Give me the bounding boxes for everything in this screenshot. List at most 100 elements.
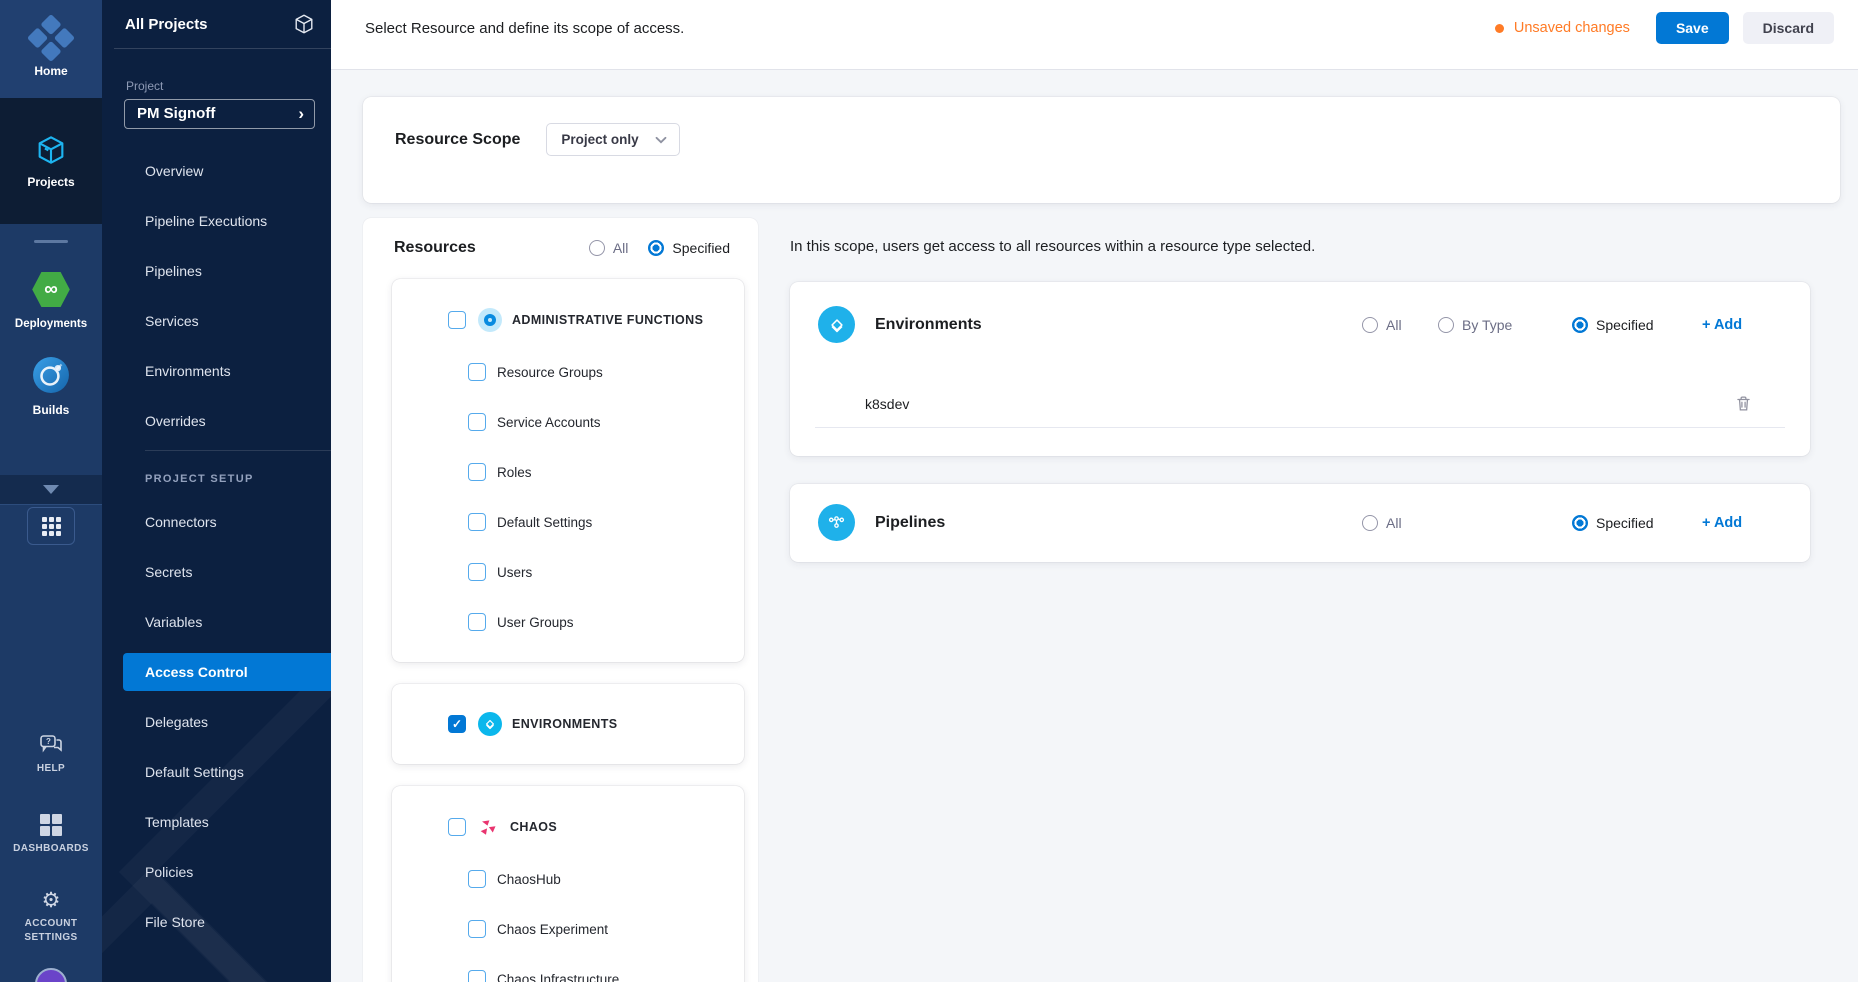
checkbox-chaos-experiment[interactable] xyxy=(468,920,486,938)
project-label: Project xyxy=(126,79,331,93)
resource-scope-label: Resource Scope xyxy=(395,131,520,149)
chevron-down-icon xyxy=(655,136,667,144)
checkbox-environments[interactable] xyxy=(448,715,466,733)
deployments-icon: ∞ xyxy=(31,271,71,309)
group-administrative-functions: ADMINISTRATIVE FUNCTIONS Resource Groups… xyxy=(392,279,744,662)
environment-item-row: k8sdev xyxy=(815,380,1785,428)
checkbox-chaos[interactable] xyxy=(448,818,466,836)
checkbox-user-groups[interactable] xyxy=(468,613,486,631)
rail-item-projects[interactable]: Projects xyxy=(0,98,102,224)
child-chaos-experiment: Chaos Experiment xyxy=(392,904,744,954)
checkbox-administrative-functions[interactable] xyxy=(448,311,466,329)
svg-text:?: ? xyxy=(46,737,51,746)
unsaved-dot-icon xyxy=(1495,24,1504,33)
pipelines-add-button[interactable]: + Add xyxy=(1702,504,1742,541)
resources-radio-specified[interactable]: Specified xyxy=(648,240,730,256)
nav-item-overrides[interactable]: Overrides xyxy=(102,396,331,446)
child-default-settings: Default Settings xyxy=(392,497,744,547)
admin-functions-icon xyxy=(478,308,502,332)
rail-item-builds[interactable]: Builds xyxy=(0,343,102,429)
apps-grid-icon xyxy=(42,517,61,536)
rail-projects-label: Projects xyxy=(27,175,74,189)
rail-deployments-label: Deployments xyxy=(15,318,87,330)
nav-item-pipelines[interactable]: Pipelines xyxy=(102,246,331,296)
resource-scope-dropdown[interactable]: Project only xyxy=(546,123,679,156)
card-title: Pipelines xyxy=(875,514,945,532)
main-area: Select Resource and define its scope of … xyxy=(331,0,1858,982)
nav-item-templates[interactable]: Templates xyxy=(102,797,331,847)
radio-icon xyxy=(1438,317,1454,333)
resource-scope-card: Resource Scope Project only xyxy=(363,97,1840,203)
module-collapse-band[interactable] xyxy=(0,475,102,505)
child-user-groups: User Groups xyxy=(392,597,744,647)
module-rail: Home Projects ∞ Deployments Builds xyxy=(0,0,102,982)
home-icon xyxy=(27,13,75,61)
nav-item-pipeline-executions[interactable]: Pipeline Executions xyxy=(102,196,331,246)
nav-item-overview[interactable]: Overview xyxy=(102,146,331,196)
rail-item-home[interactable]: Home xyxy=(0,0,102,98)
checkbox-service-accounts[interactable] xyxy=(468,413,486,431)
nav-item-default-settings[interactable]: Default Settings xyxy=(102,747,331,797)
nav-item-environments[interactable]: Environments xyxy=(102,346,331,396)
content-area: Resource Scope Project only Resources Al… xyxy=(331,70,1858,982)
access-control-screen: Home Projects ∞ Deployments Builds xyxy=(0,0,1858,982)
resources-radio-all[interactable]: All xyxy=(589,240,629,256)
nav-item-secrets[interactable]: Secrets xyxy=(102,547,331,597)
environments-radio-by-type[interactable]: By Type xyxy=(1438,306,1512,343)
rail-help-label: HELP xyxy=(37,762,65,776)
all-projects-link[interactable]: All Projects xyxy=(125,16,208,33)
radio-icon xyxy=(589,240,605,256)
radio-icon xyxy=(1362,317,1378,333)
resources-radio-group: All Specified xyxy=(589,240,730,256)
group-environments: ENVIRONMENTS xyxy=(392,684,744,764)
resources-panel: Resources All Specified xyxy=(363,218,758,982)
resource-scope-value: Project only xyxy=(561,132,638,147)
pipelines-radio-all[interactable]: All xyxy=(1362,504,1402,541)
nav-item-access-control[interactable]: Access Control xyxy=(123,653,331,691)
nav-item-services[interactable]: Services xyxy=(102,296,331,346)
save-button[interactable]: Save xyxy=(1656,12,1729,44)
dashboards-icon xyxy=(40,814,62,836)
child-resource-groups: Resource Groups xyxy=(392,347,744,397)
child-chaoshub: ChaosHub xyxy=(392,854,744,904)
checkbox-resource-groups[interactable] xyxy=(468,363,486,381)
rail-item-deployments[interactable]: ∞ Deployments xyxy=(0,257,102,343)
environments-icon xyxy=(818,306,855,343)
resources-title: Resources xyxy=(394,239,476,257)
delete-trash-icon[interactable] xyxy=(1734,394,1753,413)
nav-item-policies[interactable]: Policies xyxy=(102,847,331,897)
checkbox-chaos-infrastructure[interactable] xyxy=(468,970,486,982)
builds-icon xyxy=(32,356,70,394)
environments-add-button[interactable]: + Add xyxy=(1702,306,1742,343)
user-avatar[interactable] xyxy=(35,968,67,982)
scope-note: In this scope, users get access to all r… xyxy=(790,238,1315,255)
child-service-accounts: Service Accounts xyxy=(392,397,744,447)
discard-button[interactable]: Discard xyxy=(1743,12,1834,44)
nav-divider xyxy=(114,48,331,49)
rail-bottom-group: ? HELP DASHBOARDS ⚙ ACCOUNT SETTINGS xyxy=(0,732,102,982)
page-title: Select Resource and define its scope of … xyxy=(365,20,684,37)
pipelines-radio-specified[interactable]: Specified xyxy=(1572,504,1654,541)
environments-radio-specified[interactable]: Specified xyxy=(1572,306,1654,343)
rail-item-dashboards[interactable]: DASHBOARDS xyxy=(13,814,89,856)
rail-item-account-settings[interactable]: ⚙ ACCOUNT SETTINGS xyxy=(24,891,77,944)
nav-item-delegates[interactable]: Delegates xyxy=(102,697,331,747)
environments-radio-all[interactable]: All xyxy=(1362,306,1402,343)
checkbox-roles[interactable] xyxy=(468,463,486,481)
rail-item-help[interactable]: ? HELP xyxy=(37,732,65,776)
checkbox-chaoshub[interactable] xyxy=(468,870,486,888)
project-selector[interactable]: PM Signoff › xyxy=(124,99,315,129)
checkbox-default-settings[interactable] xyxy=(468,513,486,531)
rail-builds-label: Builds xyxy=(33,403,70,417)
module-switcher-button[interactable] xyxy=(27,507,75,545)
project-sidebar: All Projects Project PM Signoff › Overvi… xyxy=(102,0,331,982)
nav-item-connectors[interactable]: Connectors xyxy=(102,497,331,547)
nav-item-file-store[interactable]: File Store xyxy=(102,897,331,947)
project-name: PM Signoff xyxy=(137,105,215,122)
cube-icon[interactable] xyxy=(293,13,315,35)
group-chaos: CHAOS ChaosHub Chaos Experiment xyxy=(392,786,744,982)
unsaved-changes-badge: Unsaved changes xyxy=(1514,20,1630,36)
nav-item-variables[interactable]: Variables xyxy=(102,597,331,647)
checkbox-users[interactable] xyxy=(468,563,486,581)
child-chaos-infrastructure: Chaos Infrastructure xyxy=(392,954,744,982)
